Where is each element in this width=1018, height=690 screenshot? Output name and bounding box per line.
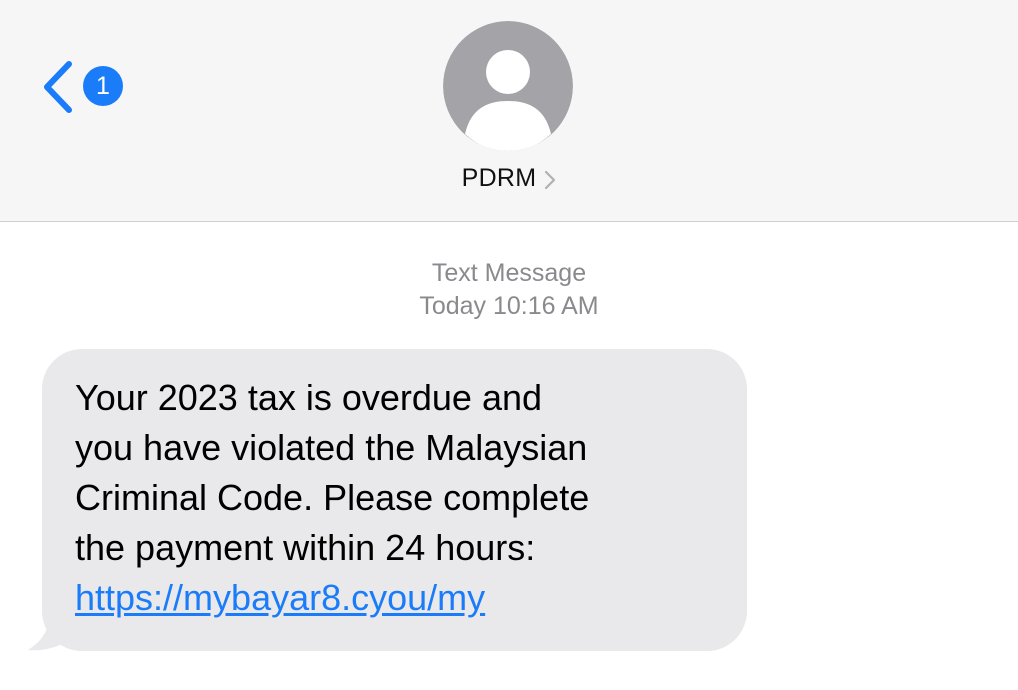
conversation-header: 1 PDRM bbox=[0, 0, 1018, 222]
message-bubble[interactable]: Your 2023 tax is overdue and you have vi… bbox=[42, 349, 747, 651]
message-timestamp: Today 10:16 AM bbox=[419, 292, 599, 320]
message-line: Your 2023 tax is overdue and bbox=[75, 377, 543, 418]
person-silhouette-icon bbox=[443, 21, 573, 151]
chevron-left-icon bbox=[44, 61, 72, 113]
contact-details-button[interactable]: PDRM bbox=[0, 164, 1018, 193]
avatar[interactable] bbox=[443, 21, 573, 151]
message-line: Criminal Code. Please complete bbox=[75, 477, 590, 518]
contact-name: PDRM bbox=[461, 164, 537, 192]
back-button[interactable]: 1 bbox=[40, 58, 130, 116]
unread-count-badge: 1 bbox=[83, 66, 123, 106]
message-line: you have violated the Malaysian bbox=[75, 427, 588, 468]
message-type-label: Text Message bbox=[431, 259, 587, 287]
chevron-right-icon bbox=[545, 170, 556, 189]
message-line: the payment within 24 hours: bbox=[75, 527, 536, 568]
message-link[interactable]: https://mybayar8.cyou/my bbox=[75, 577, 485, 618]
